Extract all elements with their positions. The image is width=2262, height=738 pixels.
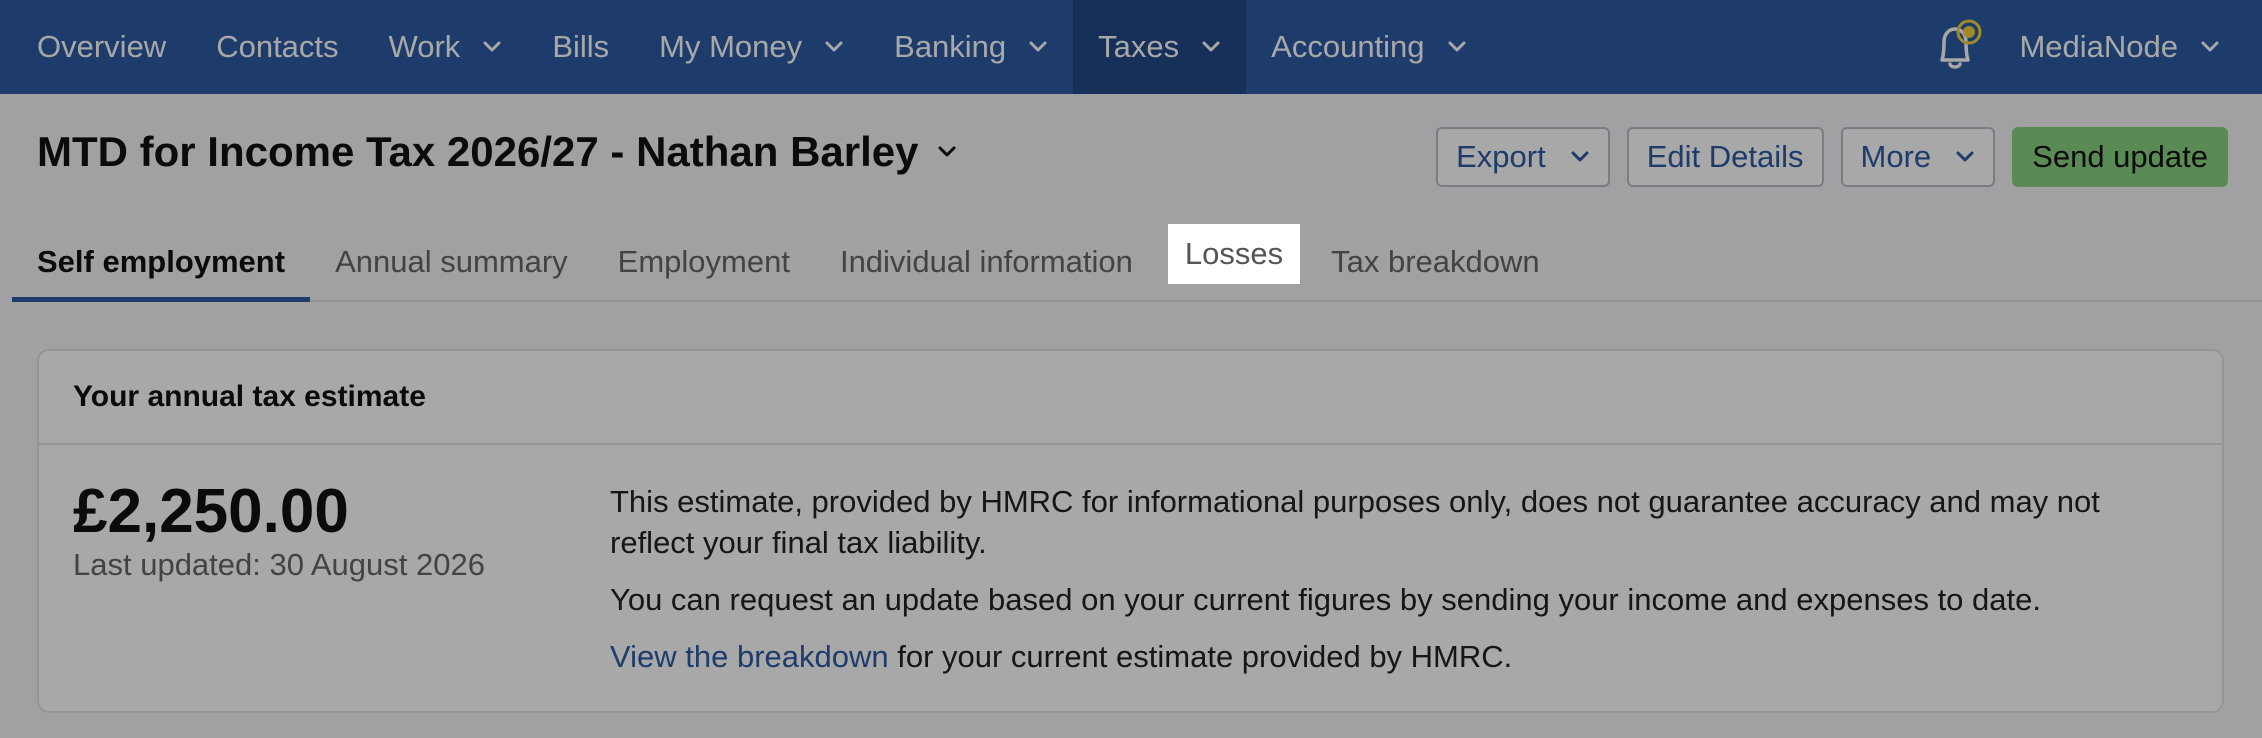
tab-label: Employment <box>617 244 790 279</box>
tab-label: Self employment <box>37 244 286 279</box>
edit-details-button[interactable]: Edit Details <box>1626 127 1824 187</box>
breakdown-text: View the breakdown for your current esti… <box>610 636 2190 677</box>
nav-my-money-label: My Money <box>659 29 803 64</box>
chevron-down-icon <box>1028 37 1048 57</box>
tab-label: Tax breakdown <box>1331 244 1540 279</box>
tab-individual-information[interactable]: Individual information <box>815 224 1158 300</box>
user-menu[interactable]: MediaNode <box>2019 29 2262 65</box>
bell-icon <box>1928 14 1984 81</box>
card-title: Your annual tax estimate <box>39 351 2222 445</box>
tab-annual-summary[interactable]: Annual summary <box>310 224 593 300</box>
more-label: More <box>1860 139 1932 174</box>
nav-accounting[interactable]: Accounting <box>1246 0 1491 94</box>
nav-contacts-label: Contacts <box>216 29 339 64</box>
chevron-down-icon <box>1447 37 1467 57</box>
chevron-down-icon <box>937 142 957 162</box>
page-title-text: MTD for Income Tax 2026/27 - Nathan Barl… <box>37 128 919 175</box>
nav-overview-label: Overview <box>37 29 167 64</box>
tab-losses[interactable]: Losses <box>1168 224 1300 284</box>
send-update-button[interactable]: Send update <box>2012 127 2228 187</box>
chevron-down-icon <box>1201 37 1221 57</box>
top-navigation: Overview Contacts Work Bills My Money Ba… <box>0 0 2262 94</box>
edit-details-label: Edit Details <box>1646 139 1804 174</box>
header-actions: Export Edit Details More Send update <box>1436 127 2228 187</box>
nav-overview[interactable]: Overview <box>0 0 191 94</box>
nav-my-money[interactable]: My Money <box>634 0 869 94</box>
chevron-down-icon <box>2200 37 2220 57</box>
nav-banking[interactable]: Banking <box>869 0 1073 94</box>
tab-label: Individual information <box>839 244 1133 279</box>
nav-bills[interactable]: Bills <box>527 0 634 94</box>
disclaimer-text: This estimate, provided by HMRC for info… <box>610 484 2100 560</box>
nav-contacts[interactable]: Contacts <box>191 0 363 94</box>
nav-work[interactable]: Work <box>364 0 528 94</box>
request-update-text: You can request an update based on your … <box>610 582 2041 617</box>
estimate-description: This estimate, provided by HMRC for info… <box>610 481 2190 677</box>
nav-accounting-label: Accounting <box>1271 29 1425 64</box>
nav-taxes-label: Taxes <box>1098 29 1180 64</box>
nav-bills-label: Bills <box>552 29 610 64</box>
view-breakdown-link[interactable]: View the breakdown <box>610 639 889 674</box>
chevron-down-icon <box>1955 147 1975 167</box>
user-name: MediaNode <box>2019 29 2178 64</box>
send-update-label: Send update <box>2032 139 2208 174</box>
nav-banking-label: Banking <box>894 29 1007 64</box>
breakdown-text-rest: for your current estimate provided by HM… <box>888 639 1513 674</box>
export-label: Export <box>1456 139 1546 174</box>
estimate-amount: £2,250.00 <box>73 477 349 546</box>
tab-self-employment[interactable]: Self employment <box>12 224 311 302</box>
nav-taxes[interactable]: Taxes <box>1073 0 1247 94</box>
tab-bar: Self employment Annual summary Employmen… <box>12 224 2262 302</box>
tab-employment[interactable]: Employment <box>593 224 815 300</box>
last-updated: Last updated: 30 August 2026 <box>73 547 485 582</box>
nav-work-label: Work <box>388 29 461 64</box>
page-title[interactable]: MTD for Income Tax 2026/27 - Nathan Barl… <box>37 128 957 176</box>
nav-right: MediaNode <box>1921 0 2262 94</box>
notifications-button[interactable] <box>1921 0 1991 94</box>
chevron-down-icon <box>824 37 844 57</box>
tab-label: Losses <box>1184 236 1284 271</box>
chevron-down-icon <box>482 37 502 57</box>
tax-estimate-card: Your annual tax estimate £2,250.00 Last … <box>37 349 2224 713</box>
tab-label: Annual summary <box>335 244 568 279</box>
export-button[interactable]: Export <box>1436 127 1610 187</box>
chevron-down-icon <box>1570 147 1590 167</box>
more-button[interactable]: More <box>1840 127 1996 187</box>
tab-tax-breakdown[interactable]: Tax breakdown <box>1306 224 1565 300</box>
